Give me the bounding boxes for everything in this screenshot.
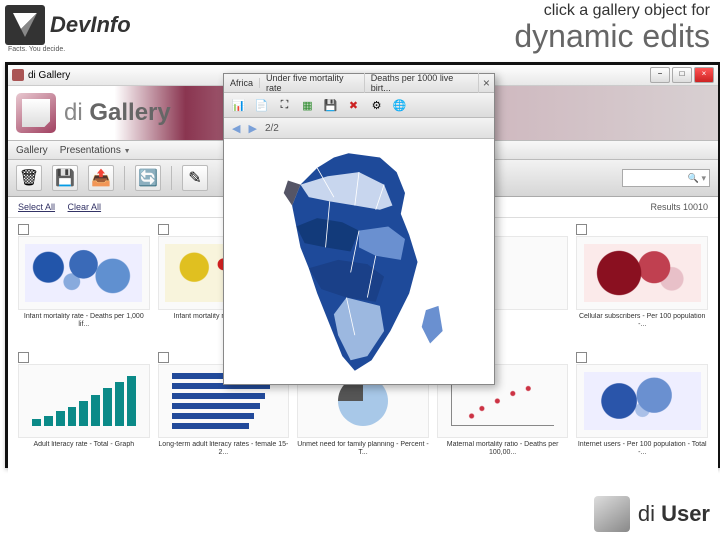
checkbox[interactable]: [158, 224, 169, 235]
export-icon[interactable]: 📤: [88, 165, 114, 191]
results-count: Results 10010: [650, 202, 708, 212]
edit-icon[interactable]: ✎: [182, 165, 208, 191]
save-icon[interactable]: 💾: [52, 165, 78, 191]
gallery-item[interactable]: Adult literacy rate - Total - Graph: [18, 352, 150, 472]
excel-icon[interactable]: ▦: [299, 97, 316, 114]
delete-icon[interactable]: ✖: [345, 97, 362, 114]
thumbnail-caption: Infant mortality rate - Deaths per 1,000…: [18, 313, 150, 329]
slide-title: click a gallery object for dynamic edits: [514, 2, 710, 52]
expand-icon[interactable]: ⛶: [276, 97, 293, 114]
tab-gallery[interactable]: Gallery: [16, 145, 48, 156]
popup-close-icon[interactable]: ×: [479, 76, 494, 90]
popup-breadcrumb: Africa Under five mortality rate Deaths …: [224, 74, 494, 93]
globe-icon[interactable]: 🌐: [391, 97, 408, 114]
checkbox[interactable]: [158, 352, 169, 363]
logo-tagline: Facts. You decide.: [8, 46, 65, 53]
minimize-button[interactable]: −: [650, 67, 670, 83]
crumb-region[interactable]: Africa: [224, 78, 260, 88]
gallery-item[interactable]: Infant mortality rate - Deaths per 1,000…: [18, 224, 150, 344]
chart-icon[interactable]: 📊: [230, 97, 247, 114]
checkbox[interactable]: [576, 352, 587, 363]
page-indicator: 2/2: [265, 123, 279, 134]
gallery-item[interactable]: Cellular subscribers - Per 100 populatio…: [576, 224, 708, 344]
checkbox[interactable]: [576, 224, 587, 235]
app-icon: [12, 69, 24, 81]
save-icon[interactable]: 💾: [322, 97, 339, 114]
search-input[interactable]: 🔍 ▾: [622, 169, 710, 187]
thumbnail-caption: Internet users - Per 100 population - To…: [576, 441, 708, 457]
select-all-link[interactable]: Select All: [18, 202, 55, 212]
checkbox[interactable]: [18, 352, 29, 363]
settings-icon[interactable]: ⚙: [368, 97, 385, 114]
banner-title: di Gallery: [64, 99, 171, 127]
checkbox[interactable]: [18, 224, 29, 235]
prev-arrow-icon[interactable]: ◀: [232, 122, 240, 135]
logo-text: DevInfo: [50, 12, 131, 38]
close-button[interactable]: ×: [694, 67, 714, 83]
thumbnail-bar-chart[interactable]: [18, 364, 150, 438]
thumbnail-map-world[interactable]: [18, 236, 150, 310]
window-title: di Gallery: [28, 70, 70, 81]
popup-toolbar: 📊 📄 ⛶ ▦ 💾 ✖ ⚙ 🌐: [224, 93, 494, 118]
footer-label: di User: [638, 501, 710, 527]
crumb-unit[interactable]: Deaths per 1000 live birt...: [365, 73, 479, 93]
logo-icon: [5, 5, 45, 45]
next-arrow-icon[interactable]: ▶: [248, 122, 256, 135]
thumbnail-caption: Maternal mortality ratio - Deaths per 10…: [437, 441, 569, 457]
gallery-item[interactable]: Internet users - Per 100 population - To…: [576, 352, 708, 472]
maximize-button[interactable]: □: [672, 67, 692, 83]
thumbnail-caption: Long-term adult literacy rates - female …: [158, 441, 290, 457]
popup-pager: ◀ ▶ 2/2: [224, 118, 494, 139]
document-icon[interactable]: 📄: [253, 97, 270, 114]
slide-footer: di User: [594, 496, 710, 532]
thumbnail-map-asia[interactable]: [576, 236, 708, 310]
delete-icon[interactable]: 🗑: [16, 165, 42, 191]
popup-map-africa[interactable]: [224, 139, 494, 385]
clear-all-link[interactable]: Clear All: [68, 202, 102, 212]
brand-logo: DevInfo: [5, 5, 131, 45]
user-badge-icon: [594, 496, 630, 532]
crumb-indicator[interactable]: Under five mortality rate: [260, 73, 365, 93]
thumbnail-caption: Adult literacy rate - Total - Graph: [18, 441, 150, 457]
thumbnail-caption: Cellular subscribers - Per 100 populatio…: [576, 313, 708, 329]
tab-presentations[interactable]: Presentations ▼: [60, 145, 131, 156]
thumbnail-caption: Unmet need for family planning - Percent…: [297, 441, 429, 457]
slide-header: DevInfo Facts. You decide. click a galle…: [0, 0, 720, 60]
slide-main-title: dynamic edits: [514, 20, 710, 52]
gallery-banner-icon: [16, 93, 56, 133]
thumbnail-map-asia[interactable]: [576, 364, 708, 438]
detail-popup[interactable]: Africa Under five mortality rate Deaths …: [223, 73, 495, 385]
refresh-icon[interactable]: 🔄: [135, 165, 161, 191]
